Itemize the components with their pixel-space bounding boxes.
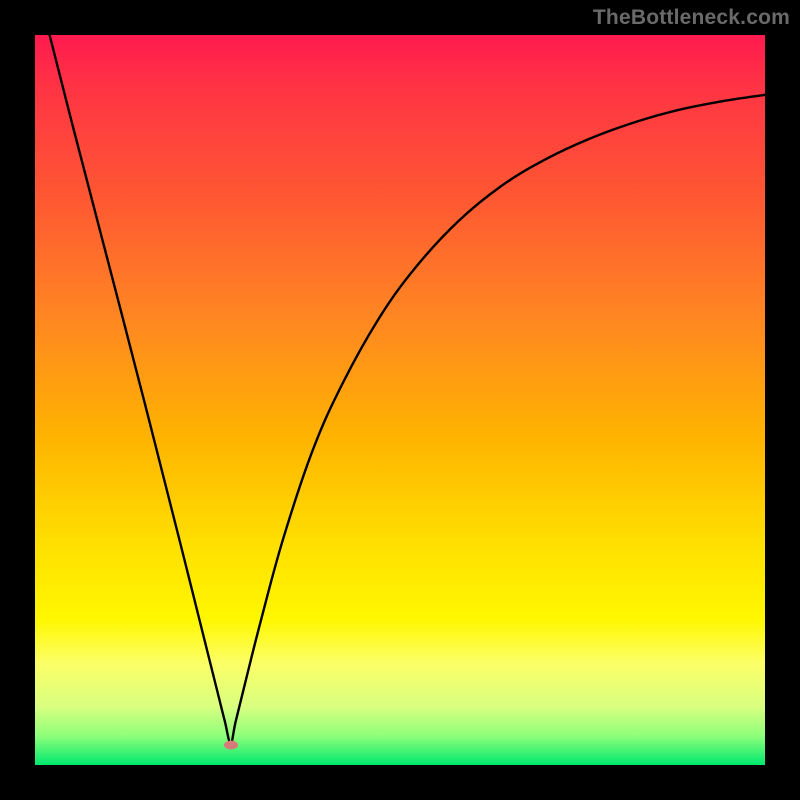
chart-frame: TheBottleneck.com — [0, 0, 800, 800]
watermark-text: TheBottleneck.com — [593, 6, 790, 30]
bottleneck-curve — [35, 35, 765, 765]
minimum-marker — [224, 740, 238, 749]
plot-area — [35, 35, 765, 765]
